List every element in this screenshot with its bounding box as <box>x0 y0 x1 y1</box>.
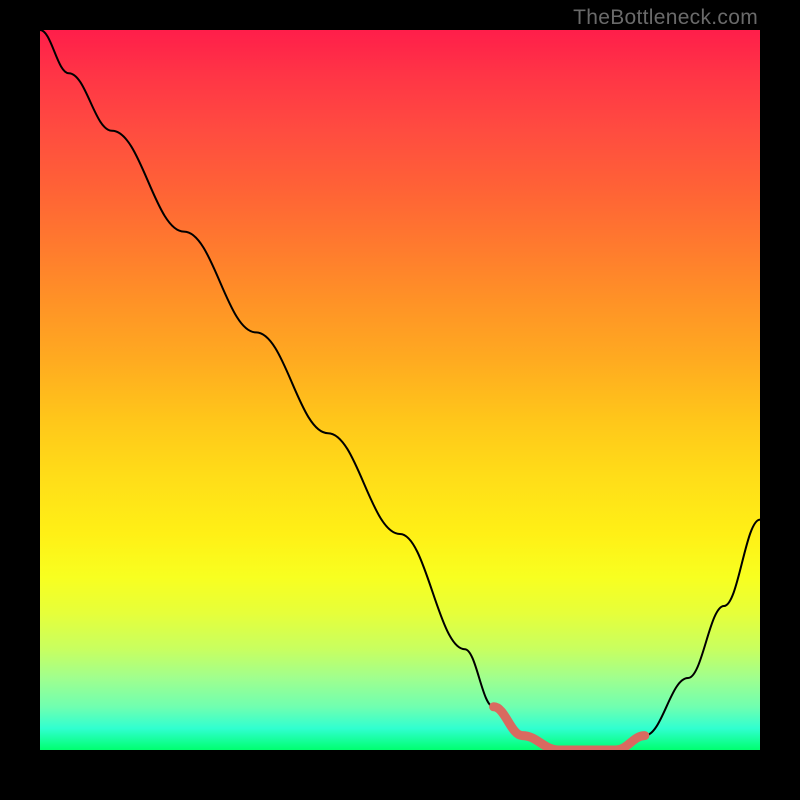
bottleneck-floor <box>494 707 645 750</box>
plot-area <box>40 30 760 750</box>
watermark-text: TheBottleneck.com <box>573 6 758 30</box>
curve-svg <box>40 30 760 750</box>
chart-container: TheBottleneck.com <box>0 0 800 800</box>
bottleneck-curve <box>40 30 760 750</box>
